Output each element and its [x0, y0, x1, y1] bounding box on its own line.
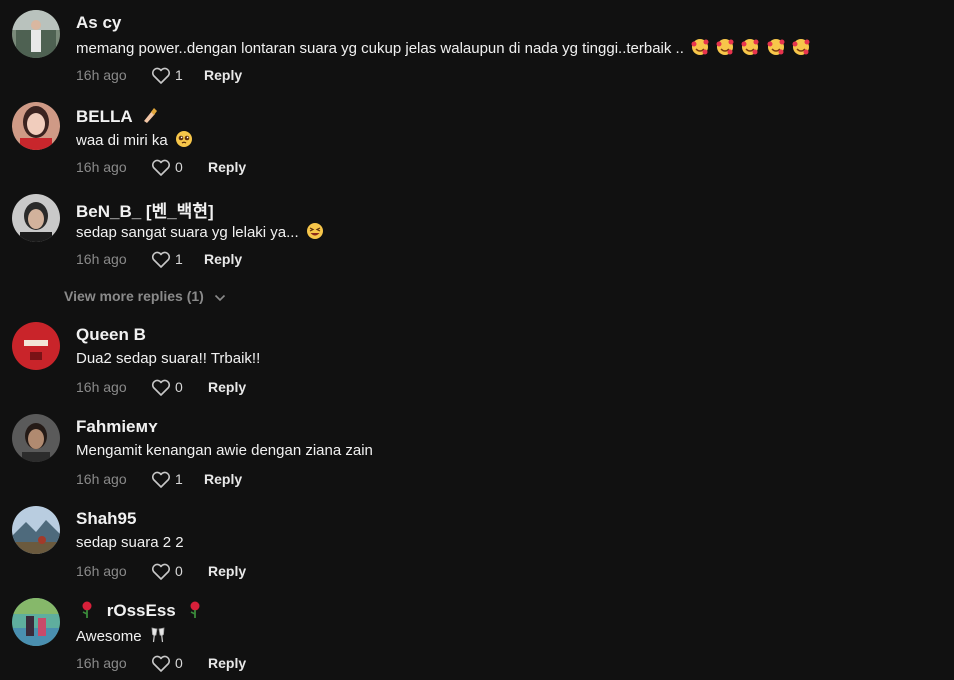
- reply-button[interactable]: Reply: [204, 471, 242, 487]
- reply-button[interactable]: Reply: [204, 251, 242, 267]
- avatar[interactable]: [12, 102, 60, 150]
- reply-button[interactable]: Reply: [208, 655, 246, 671]
- comment-meta: 16h ago 0 Reply: [76, 158, 376, 178]
- username-text: rOssEss: [106, 601, 176, 620]
- like-count: 0: [175, 655, 183, 671]
- comment-text-body: sedap sangat suara yg lelaki ya...: [76, 224, 299, 241]
- heart-icon[interactable]: [151, 251, 171, 269]
- smiling-face-with-hearts-icon: [767, 38, 785, 60]
- smiling-face-with-hearts-icon: [716, 38, 734, 60]
- smiling-face-with-hearts-icon: [741, 38, 759, 60]
- comment-item: Fahmieᴍʏ Mengamit kenangan awie dengan z…: [0, 404, 954, 496]
- username[interactable]: Queen B: [76, 325, 146, 345]
- comment-item: Queen B Dua2 sedap suara!! Trbaik!! 16h …: [0, 312, 954, 404]
- avatar[interactable]: [12, 322, 60, 370]
- comment-item: rOssEss Awesome 16h ago 0 Reply: [0, 588, 954, 680]
- comment-text-body: Awesome: [76, 628, 142, 645]
- comment-text-body: memang power..dengan lontaran suara yg c…: [76, 40, 684, 57]
- comment-text: Awesome: [76, 626, 167, 648]
- comment-text: sedap suara 2 2: [76, 534, 184, 551]
- like-count: 1: [175, 471, 183, 487]
- rose-icon: [188, 601, 202, 624]
- smiling-face-with-hearts-icon: [792, 38, 810, 60]
- timestamp: 16h ago: [76, 67, 127, 83]
- avatar[interactable]: [12, 414, 60, 462]
- avatar[interactable]: [12, 10, 60, 58]
- like-count: 0: [175, 563, 183, 579]
- avatar[interactable]: [12, 598, 60, 646]
- smiling-face-with-hearts-icon: [691, 38, 709, 60]
- username[interactable]: Fahmieᴍʏ: [76, 417, 158, 437]
- timestamp: 16h ago: [76, 471, 127, 487]
- heart-icon[interactable]: [151, 563, 171, 581]
- username[interactable]: rOssEss: [76, 601, 202, 624]
- timestamp: 16h ago: [76, 379, 127, 395]
- comment-text: Mengamit kenangan awie dengan ziana zain: [76, 442, 373, 459]
- clinking-glasses-icon: [149, 626, 167, 648]
- timestamp: 16h ago: [76, 655, 127, 671]
- like-count: 0: [175, 379, 183, 395]
- username[interactable]: BELLA: [76, 105, 160, 130]
- heart-icon[interactable]: [151, 67, 171, 85]
- like-count: 1: [175, 67, 183, 83]
- comment-text-body: waa di miri ka: [76, 132, 168, 149]
- comment-meta: 16h ago 1 Reply: [76, 470, 376, 490]
- reply-button[interactable]: Reply: [204, 67, 242, 83]
- comment-meta: 16h ago 1 Reply: [76, 66, 376, 86]
- comment-meta: 16h ago 1 Reply: [76, 250, 376, 270]
- reply-button[interactable]: Reply: [208, 379, 246, 395]
- timestamp: 16h ago: [76, 159, 127, 175]
- nail-polish-icon: [140, 105, 160, 130]
- username[interactable]: As cy: [76, 13, 121, 33]
- username[interactable]: BeN_B_ [벤_백현]: [76, 197, 214, 222]
- username[interactable]: Shah95: [76, 509, 136, 529]
- like-count: 1: [175, 251, 183, 267]
- rose-icon: [80, 601, 94, 624]
- grinning-squinting-face-icon: [306, 222, 324, 244]
- comment-text: sedap sangat suara yg lelaki ya...: [76, 222, 324, 244]
- timestamp: 16h ago: [76, 251, 127, 267]
- heart-icon[interactable]: [151, 655, 171, 673]
- comment-meta: 16h ago 0 Reply: [76, 378, 376, 398]
- heart-icon[interactable]: [151, 379, 171, 397]
- username-text: BELLA: [76, 107, 133, 126]
- reply-button[interactable]: Reply: [208, 159, 246, 175]
- comment-text: memang power..dengan lontaran suara yg c…: [76, 38, 810, 60]
- comment-text: waa di miri ka: [76, 130, 193, 152]
- comment-item: BELLA waa di miri ka 16h ago 0 Reply: [0, 92, 954, 184]
- comment-item: BeN_B_ [벤_백현] sedap sangat suara yg lela…: [0, 184, 954, 276]
- heart-icon[interactable]: [151, 159, 171, 177]
- view-more-replies-button[interactable]: View more replies (1): [64, 288, 226, 305]
- pleading-face-icon: [175, 130, 193, 152]
- reply-button[interactable]: Reply: [208, 563, 246, 579]
- timestamp: 16h ago: [76, 563, 127, 579]
- comment-item: Shah95 sedap suara 2 2 16h ago 0 Reply: [0, 496, 954, 588]
- comment-list: As cy memang power..dengan lontaran suar…: [0, 0, 954, 680]
- avatar[interactable]: [12, 194, 60, 242]
- comment-meta: 16h ago 0 Reply: [76, 654, 376, 674]
- avatar[interactable]: [12, 506, 60, 554]
- view-more-replies-label: View more replies (1): [64, 288, 204, 304]
- like-count: 0: [175, 159, 183, 175]
- comment-meta: 16h ago 0 Reply: [76, 562, 376, 582]
- comment-item: As cy memang power..dengan lontaran suar…: [0, 0, 954, 92]
- comment-text: Dua2 sedap suara!! Trbaik!!: [76, 350, 261, 367]
- chevron-down-icon: [214, 289, 226, 305]
- heart-icon[interactable]: [151, 471, 171, 489]
